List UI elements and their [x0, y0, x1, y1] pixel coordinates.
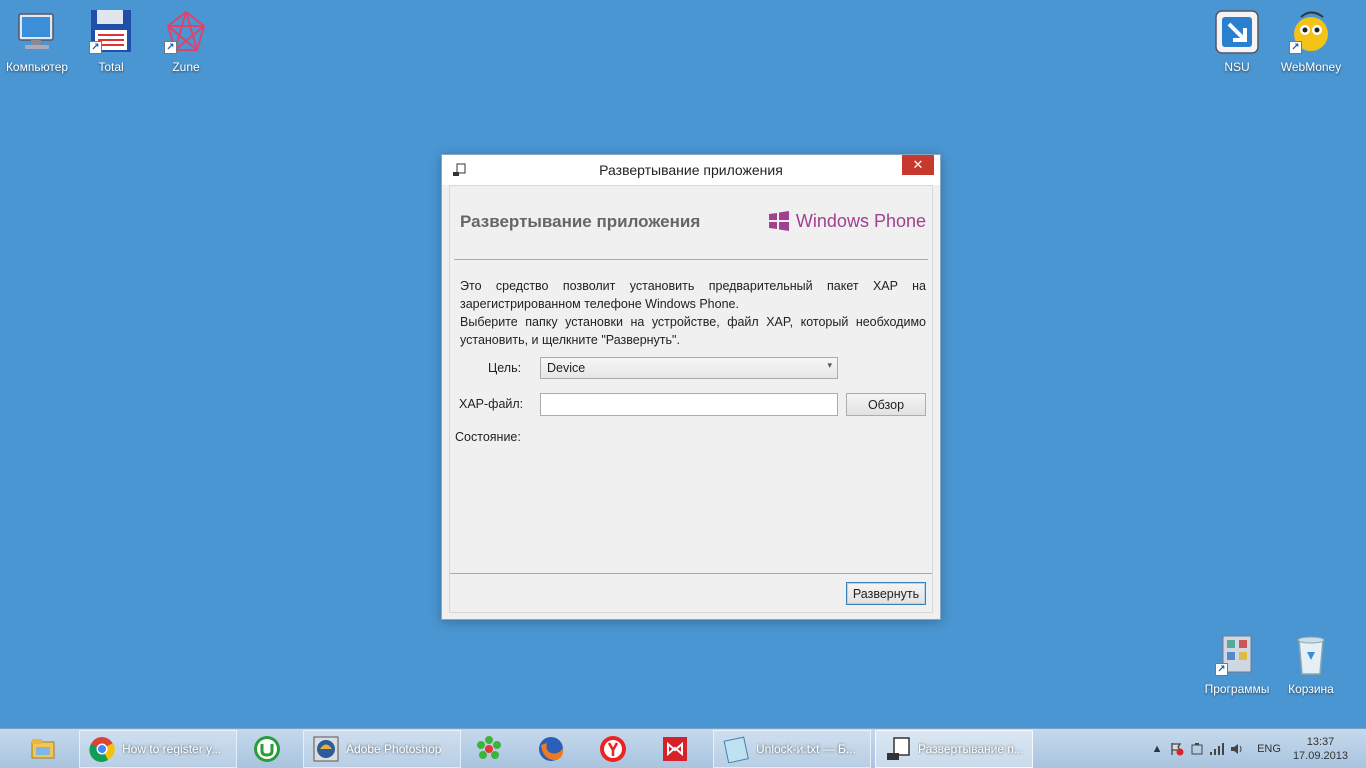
total-commander-icon: ↗: [87, 8, 135, 56]
brand-text: Windows Phone: [795, 210, 926, 231]
taskbar-deploy-app[interactable]: Развертывание п...: [875, 730, 1033, 768]
system-tray: ▲ ENG 13:37 17.09.2013: [1147, 729, 1366, 768]
taskbar-utorrent[interactable]: [244, 730, 298, 768]
clock-date: 17.09.2013: [1292, 750, 1348, 762]
target-select[interactable]: Device ▾: [540, 357, 838, 379]
desktop-icon-recycle-bin[interactable]: Корзина: [1274, 630, 1348, 702]
desktop-icon-nsu[interactable]: NSU: [1200, 8, 1274, 80]
dialog-title: Развертывание приложения: [599, 162, 783, 178]
description: Это средство позволит установить предвар…: [460, 277, 926, 349]
taskbar-photoshop[interactable]: Adobe Photoshop: [303, 730, 461, 768]
shortcut-arrow-icon: ↗: [1215, 663, 1228, 676]
footer-divider: [450, 573, 932, 574]
action-center-flag-icon[interactable]: [1167, 739, 1187, 759]
language-indicator[interactable]: ENG: [1257, 743, 1281, 755]
chevron-down-icon: ▾: [827, 360, 832, 370]
desktop-icon-label: WebMoney: [1280, 60, 1342, 74]
taskbar-chrome[interactable]: How to register y...: [79, 730, 237, 768]
close-button[interactable]: ✕: [902, 155, 934, 175]
visual-studio-icon: [661, 735, 689, 763]
icq-icon: [475, 735, 503, 763]
desktop-icon-label: Total: [98, 60, 124, 74]
recycle-bin-icon: [1287, 630, 1335, 678]
desktop-icon-label: Программы: [1204, 682, 1270, 696]
zune-icon: ↗: [162, 8, 210, 56]
desktop-icon-label: Компьютер: [5, 60, 69, 74]
desktop-icon-computer[interactable]: Компьютер: [0, 8, 74, 80]
desktop-icon-label: NSU: [1224, 60, 1250, 74]
utorrent-icon: [253, 735, 281, 763]
description-line-1: Это средство позволит установить предвар…: [460, 279, 926, 311]
taskbar-label: Adobe Photoshop: [346, 742, 442, 756]
description-line-2: Выберите папку установки на устройстве, …: [460, 315, 926, 347]
taskbar-icq[interactable]: [466, 730, 520, 768]
programs-folder-icon: ↗: [1213, 630, 1261, 678]
status-label: Состояние:: [455, 430, 521, 444]
photoshop-icon: [312, 735, 340, 763]
volume-icon[interactable]: [1227, 739, 1247, 759]
desktop-icon-zune[interactable]: ↗ Zune: [149, 8, 223, 80]
dialog-body: Развертывание приложения Windows Phone Э…: [449, 185, 933, 613]
shortcut-arrow-icon: ↗: [164, 41, 177, 54]
taskbar-notepad[interactable]: Unlock-и.txt — Б...: [713, 730, 871, 768]
chrome-icon: [88, 735, 116, 763]
taskbar-firefox[interactable]: [528, 730, 582, 768]
xap-file-label: XAP-файл:: [459, 397, 524, 411]
desktop-icon-label: Корзина: [1288, 682, 1334, 696]
dialog-header: Развертывание приложения Windows Phone: [454, 186, 928, 260]
desktop-icon-webmoney[interactable]: ↗ WebMoney: [1274, 8, 1348, 80]
dialog-titlebar[interactable]: Развертывание приложения ✕: [442, 155, 940, 185]
clock[interactable]: 13:37 17.09.2013: [1293, 735, 1348, 763]
power-icon[interactable]: [1187, 739, 1207, 759]
show-hidden-icons-icon[interactable]: ▲: [1147, 739, 1167, 759]
firefox-icon: [537, 735, 565, 763]
desktop-icon-programs[interactable]: ↗ Программы: [1200, 630, 1274, 702]
target-label: Цель:: [488, 361, 522, 375]
shortcut-arrow-icon: ↗: [89, 41, 102, 54]
taskbar-visual-studio[interactable]: [652, 730, 706, 768]
desktop-icon-total[interactable]: ↗ Total: [74, 8, 148, 80]
browse-button[interactable]: Обзор: [846, 393, 926, 416]
notepad-icon: [722, 735, 750, 763]
clock-time: 13:37: [1306, 736, 1335, 748]
deploy-button[interactable]: Развернуть: [846, 582, 926, 605]
deploy-app-icon: [884, 735, 912, 763]
taskbar-label: Unlock-и.txt — Б...: [756, 742, 856, 756]
taskbar-label: How to register y...: [122, 742, 222, 756]
taskbar-label: Развертывание п...: [918, 742, 1024, 756]
header-title: Развертывание приложения: [460, 212, 701, 231]
deploy-app-icon: [452, 163, 466, 177]
file-explorer-icon: [29, 735, 57, 763]
xap-file-input[interactable]: [540, 393, 838, 416]
nsu-icon: [1213, 8, 1261, 56]
deploy-dialog: Развертывание приложения ✕ Развертывание…: [441, 154, 941, 620]
taskbar: How to register y... Adobe Photoshop Unl…: [0, 728, 1366, 768]
webmoney-icon: ↗: [1287, 8, 1335, 56]
computer-icon: [13, 8, 61, 56]
yandex-icon: [599, 735, 627, 763]
shortcut-arrow-icon: ↗: [1289, 41, 1302, 54]
desktop-icon-label: Zune: [172, 60, 200, 74]
network-signal-icon[interactable]: [1207, 739, 1227, 759]
windows-phone-logo: Windows Phone: [768, 210, 926, 232]
taskbar-file-explorer[interactable]: [20, 730, 76, 768]
target-select-value: Device: [547, 361, 586, 375]
taskbar-yandex[interactable]: [590, 730, 644, 768]
windows-logo-icon: [768, 211, 789, 231]
